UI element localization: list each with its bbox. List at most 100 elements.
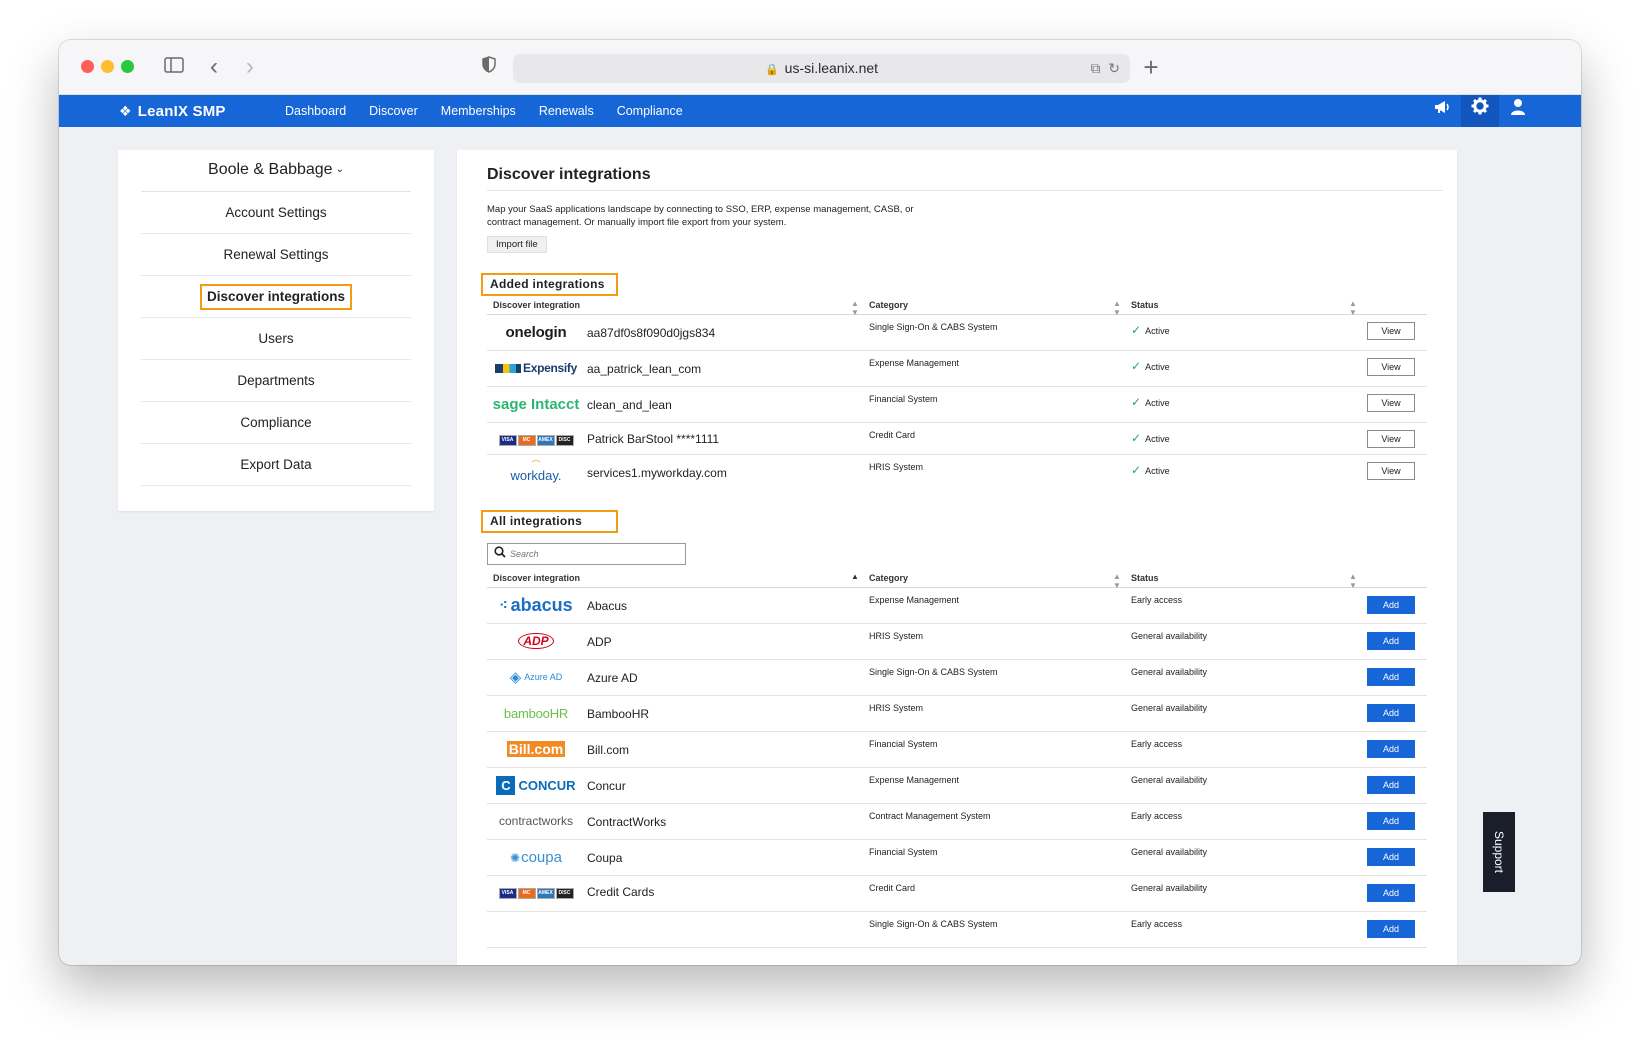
add-button[interactable]: Add [1367, 596, 1415, 614]
add-button[interactable]: Add [1367, 740, 1415, 758]
sidebar-item-users[interactable]: Users [141, 318, 411, 360]
coupa-logo: ✺coupa [510, 848, 562, 866]
close-window-button[interactable] [81, 60, 94, 73]
app-navbar: ❖ LeanIX SMP Dashboard Discover Membershi… [59, 95, 1581, 127]
address-bar[interactable]: 🔒 us-si.leanix.net ⧉ ↻ [513, 54, 1130, 83]
credit-cards-logo: VISA MC AMEX DISC [491, 423, 581, 457]
partial-logo [491, 912, 581, 946]
settings-sidebar: Boole & Babbage ⌄ Account Settings Renewa… [118, 150, 434, 511]
credit-cards-logo: VISA MC AMEX DISC [491, 876, 581, 910]
integrations-panel: Discover integrations Map your SaaS appl… [457, 150, 1457, 965]
table-row: contractworks ContractWorks Contract Man… [487, 804, 1427, 840]
integration-name: Azure AD [587, 671, 638, 685]
sidebar-item-account-settings[interactable]: Account Settings [141, 192, 411, 234]
search-input[interactable] [510, 546, 680, 562]
back-arrow-icon[interactable]: ‹ [201, 54, 227, 80]
integration-name: Coupa [587, 851, 623, 865]
integration-name: Abacus [587, 599, 628, 613]
integration-status: Early access [1131, 811, 1183, 821]
support-tab[interactable]: Support [1483, 812, 1515, 892]
coupa-gear-icon: ✺ [510, 850, 521, 865]
view-button[interactable]: View [1367, 430, 1415, 448]
table-row: ADP ADP HRIS System General availability… [487, 624, 1427, 660]
integration-category: Financial System [869, 847, 938, 857]
add-button[interactable]: Add [1367, 812, 1415, 830]
integration-category: Expense Management [869, 595, 960, 605]
zoom-window-button[interactable] [121, 60, 134, 73]
integration-status: ✓ Active [1131, 463, 1170, 477]
table-row: C CONCUR Concur Expense Management Genera… [487, 768, 1427, 804]
integration-category: HRIS System [869, 631, 924, 641]
integration-category: Credit Card [869, 430, 916, 440]
integration-name: Concur [587, 779, 626, 793]
contractworks-logo: contractworks [498, 814, 574, 828]
megaphone-icon[interactable] [1423, 95, 1461, 127]
sidebar-item-compliance[interactable]: Compliance [141, 402, 411, 444]
integration-status: General availability [1131, 703, 1208, 713]
minimize-window-button[interactable] [101, 60, 114, 73]
nav-discover[interactable]: Discover [369, 95, 418, 127]
onelogin-logo: onelogin [505, 323, 567, 341]
table-row: Bill.com Bill.com Financial System Early… [487, 732, 1427, 768]
view-button[interactable]: View [1367, 358, 1415, 376]
browser-toolbar: ‹ › 🔒 us-si.leanix.net ⧉ ↻ + [59, 40, 1581, 95]
integration-name: Patrick BarStool ****1111 [587, 432, 720, 446]
nav-memberships[interactable]: Memberships [441, 95, 516, 127]
integration-status: General availability [1131, 847, 1208, 857]
add-button[interactable]: Add [1367, 668, 1415, 686]
column-header-category: Category [869, 573, 909, 583]
table-row: ◈ Azure AD Azure AD Single Sign-On & CABS… [487, 660, 1427, 696]
view-button[interactable]: View [1367, 394, 1415, 412]
gear-icon[interactable] [1461, 95, 1499, 127]
sidebar-item-export-data[interactable]: Export Data [141, 444, 411, 486]
integration-category: Contract Management System [869, 811, 991, 821]
org-switcher[interactable]: Boole & Babbage ⌄ [118, 161, 434, 179]
divider [487, 190, 1443, 191]
search-field[interactable] [487, 543, 686, 565]
sidebar-item-renewal-settings[interactable]: Renewal Settings [141, 234, 411, 276]
add-button[interactable]: Add [1367, 704, 1415, 722]
translate-icon[interactable]: ⧉ [1090, 60, 1100, 76]
integration-status: General availability [1131, 775, 1208, 785]
search-icon [494, 546, 506, 561]
nav-renewals[interactable]: Renewals [539, 95, 594, 127]
import-file-button[interactable]: Import file [487, 236, 547, 253]
view-button[interactable]: View [1367, 462, 1415, 480]
shield-icon[interactable] [476, 54, 502, 80]
add-button[interactable]: Add [1367, 776, 1415, 794]
column-header-integration: Discover integration [493, 573, 581, 583]
added-integrations-heading: Added integrations [481, 273, 618, 296]
bamboohr-logo: bambooHR [503, 705, 569, 721]
settings-menu: Account Settings Renewal Settings Discov… [141, 191, 411, 486]
add-button[interactable]: Add [1367, 848, 1415, 866]
page-description: Map your SaaS applications landscape by … [487, 204, 914, 228]
integration-category: Expense Management [869, 775, 960, 785]
integration-status: Early access [1131, 739, 1183, 749]
added-integrations-table: Discover integration ▲ ▼ Category ▲ ▼ Stat… [487, 297, 1427, 491]
add-button[interactable]: Add [1367, 884, 1415, 902]
integration-category: Single Sign-On & CABS System [869, 667, 998, 677]
forward-arrow-icon[interactable]: › [237, 54, 263, 80]
view-button[interactable]: View [1367, 322, 1415, 340]
nav-dashboard[interactable]: Dashboard [285, 95, 346, 127]
column-header-status: Status [1131, 573, 1159, 583]
integration-category: Single Sign-On & CABS System [869, 919, 998, 929]
column-header-status: Status [1131, 300, 1159, 310]
column-header-category: Category [869, 300, 909, 310]
sidebar-toggle-icon[interactable] [161, 54, 187, 80]
azure-ad-logo: ◈ Azure AD [509, 669, 563, 686]
reload-icon[interactable]: ↻ [1108, 60, 1120, 76]
sort-ascending-icon[interactable]: ▲ [851, 572, 859, 581]
sidebar-item-discover-integrations[interactable]: Discover integrations [141, 276, 411, 318]
sidebar-item-departments[interactable]: Departments [141, 360, 411, 402]
add-button[interactable]: Add [1367, 920, 1415, 938]
integration-name: ADP [587, 635, 612, 649]
brand-logo[interactable]: ❖ LeanIX SMP [119, 95, 226, 128]
new-tab-plus-icon[interactable]: + [1138, 54, 1164, 80]
add-button[interactable]: Add [1367, 632, 1415, 650]
integration-category: HRIS System [869, 703, 924, 713]
table-row: sage Intacct clean_and_lean Financial Sy… [487, 387, 1427, 423]
table-row: ⌒ workday. services1.myworkday.com HRIS S… [487, 455, 1427, 491]
user-icon[interactable] [1499, 95, 1537, 127]
nav-compliance[interactable]: Compliance [617, 95, 683, 127]
